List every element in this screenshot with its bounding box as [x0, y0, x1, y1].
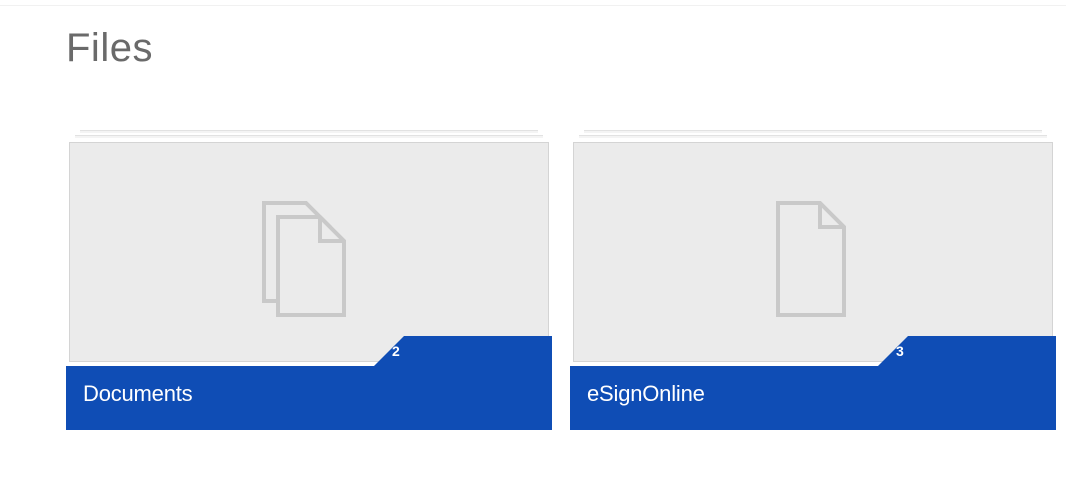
stack-edge: [584, 130, 1042, 133]
folder-tile-documents[interactable]: 2 Documents: [66, 130, 552, 430]
item-count: 2: [392, 343, 400, 359]
document-icon: [758, 195, 868, 330]
documents-stack-icon: [254, 195, 364, 330]
item-count-badge: 3: [876, 336, 1056, 368]
tile-label-bar: Documents: [66, 366, 552, 430]
stack-edge: [80, 130, 538, 133]
top-divider: [0, 5, 1066, 6]
folder-tile-esignonline[interactable]: 3 eSignOnline: [570, 130, 1056, 430]
page-title: Files: [66, 26, 153, 70]
item-count: 3: [896, 343, 904, 359]
tile-label: Documents: [83, 381, 193, 406]
tile-thumbnail: [69, 142, 549, 362]
stack-edge: [75, 135, 543, 138]
tile-thumbnail: [573, 142, 1053, 362]
tile-label-bar: eSignOnline: [570, 366, 1056, 430]
item-count-badge: 2: [372, 336, 552, 368]
stack-edge: [579, 135, 1047, 138]
tile-label: eSignOnline: [587, 381, 705, 406]
